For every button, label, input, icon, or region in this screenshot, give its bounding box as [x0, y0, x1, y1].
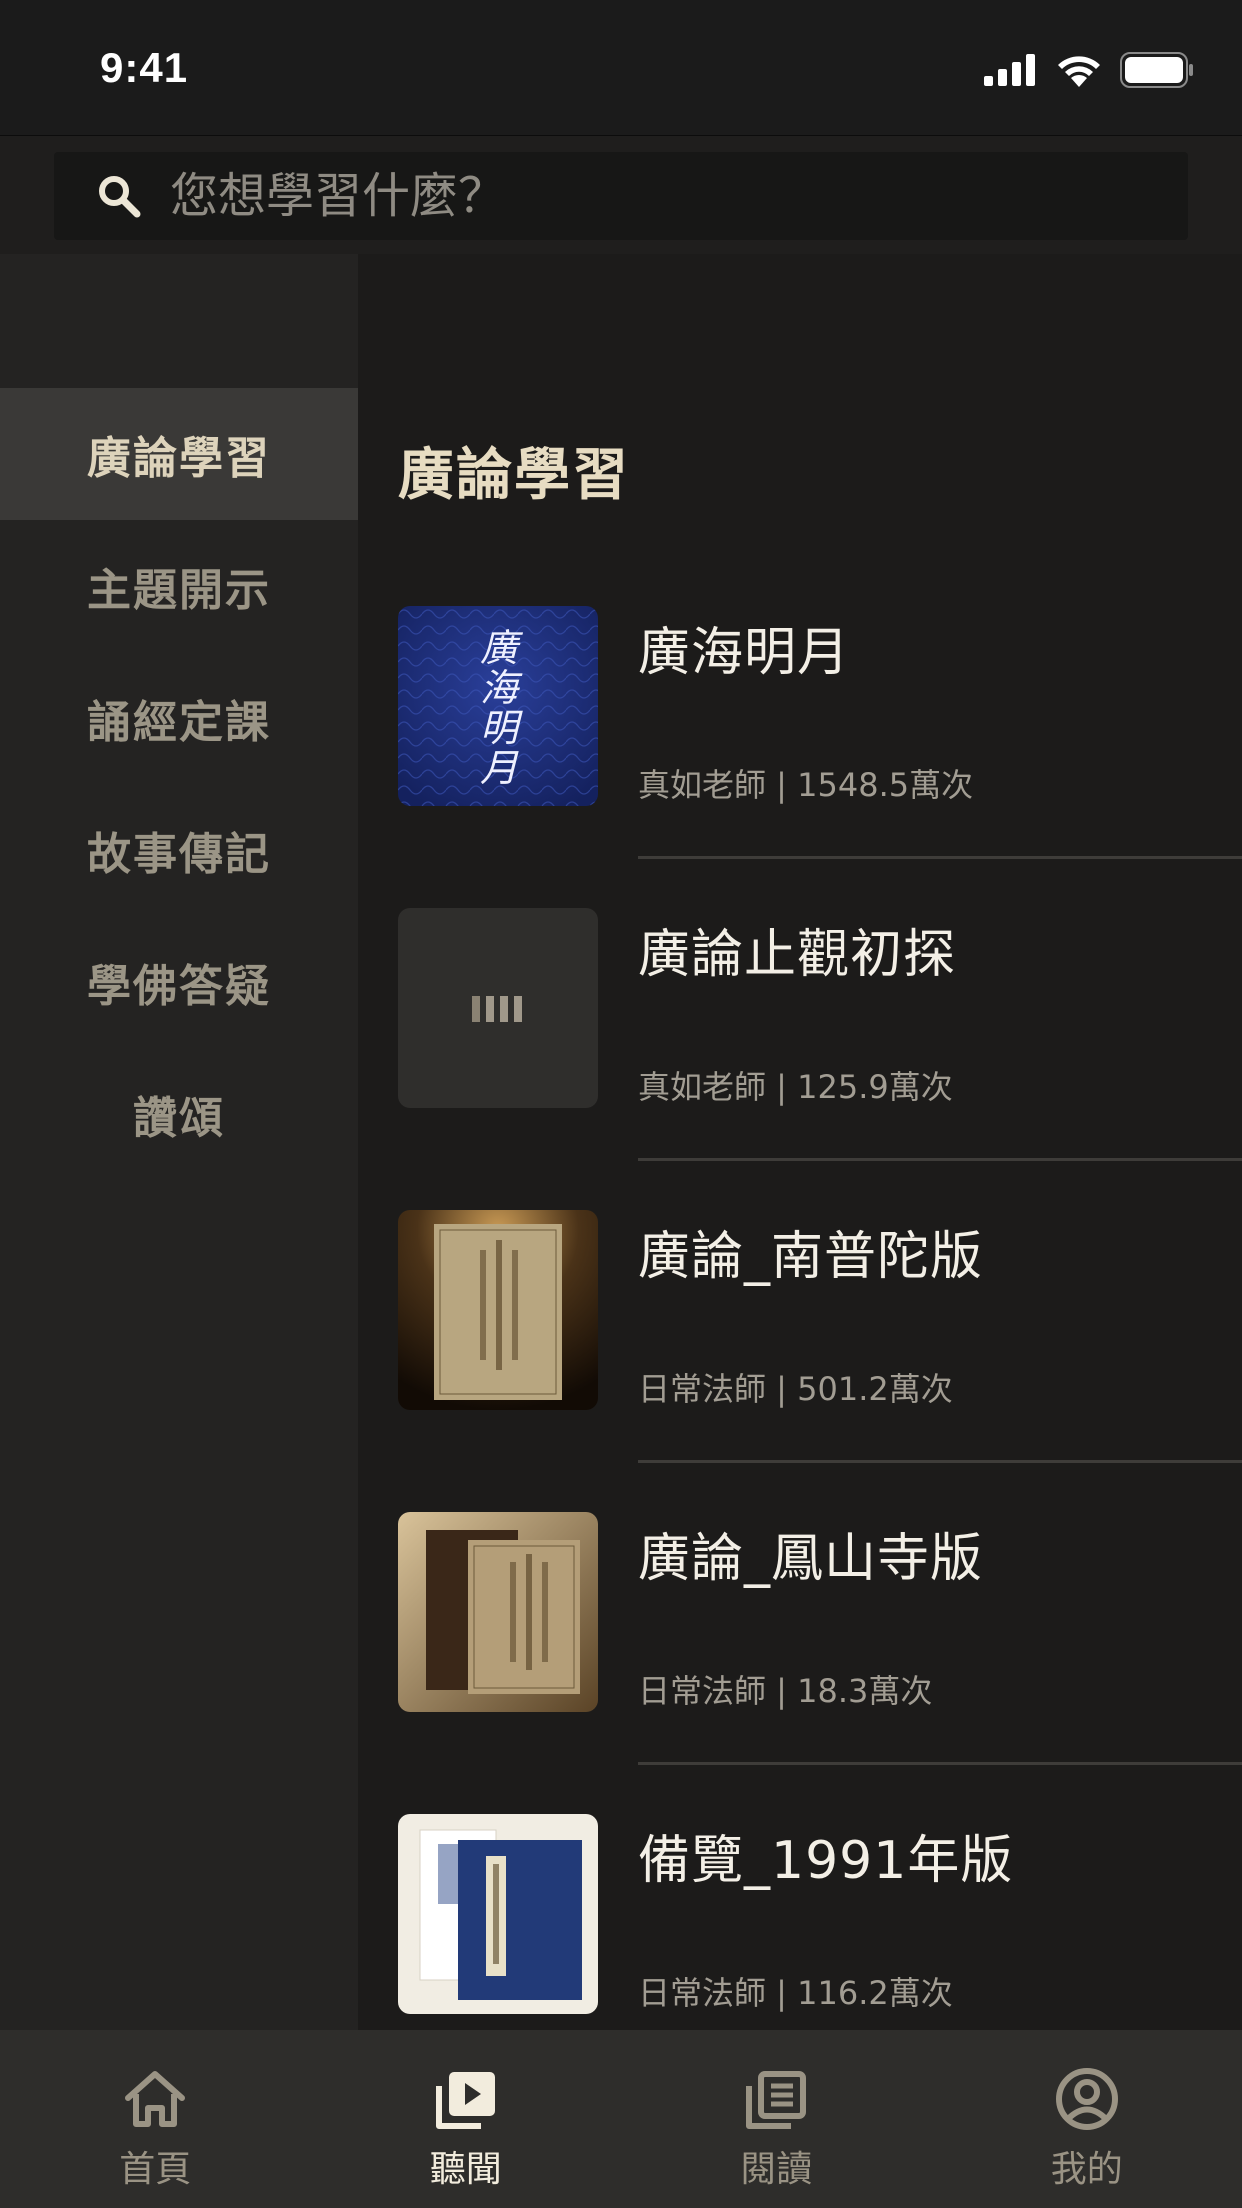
tab-label: 閱讀 [740, 2149, 813, 2190]
item-meta: 日常法師 | 116.2萬次 [638, 1974, 953, 2012]
play-icon [435, 2072, 495, 2129]
search-icon [99, 176, 141, 218]
tab-profile[interactable]: 我的 [932, 2030, 1242, 2208]
category-sidebar: 廣論學習 主題開示 誦經定課 故事傳記 學佛答疑 讚頌 [0, 254, 358, 2030]
list-item[interactable]: 廣論_鳳山寺版 日常法師 | 18.3萬次 [358, 1512, 1242, 1814]
tab-label: 我的 [1050, 2149, 1123, 2190]
item-title: 廣論_南普陀版 [638, 1227, 984, 1287]
sidebar-item-praise[interactable]: 讚頌 [0, 1048, 358, 1180]
bottom-tab-bar: 首頁 聽聞 閱讀 我的 [0, 2030, 1242, 2208]
divider [638, 1460, 1242, 1463]
sidebar-item-sutra-recitation[interactable]: 誦經定課 [0, 652, 358, 784]
section-title: 廣論學習 [398, 443, 630, 508]
list-item[interactable]: 廣論_南普陀版 日常法師 | 501.2萬次 [358, 1210, 1242, 1512]
item-title: 廣論_鳳山寺版 [638, 1529, 984, 1589]
album-cover-title: 廣海明月 [479, 626, 518, 790]
cellular-signal-icon [984, 54, 1035, 86]
divider [638, 1762, 1242, 1765]
tab-listen[interactable]: 聽聞 [311, 2030, 622, 2208]
status-time: 9:41 [100, 44, 189, 91]
item-title: 廣論止觀初探 [638, 925, 957, 985]
item-meta: 真如老師 | 125.9萬次 [638, 1068, 953, 1106]
sidebar-item-topic-teachings[interactable]: 主題開示 [0, 520, 358, 652]
album-cover: 廣海明月 [398, 606, 598, 806]
list-item[interactable]: 廣論止觀初探 真如老師 | 125.9萬次 [358, 908, 1242, 1210]
home-icon [125, 2071, 186, 2127]
item-meta: 日常法師 | 501.2萬次 [638, 1370, 953, 1408]
tab-home[interactable]: 首頁 [0, 2030, 311, 2208]
search-bar [0, 136, 1242, 254]
item-title: 廣海明月 [638, 623, 851, 683]
divider [638, 856, 1242, 859]
item-meta: 日常法師 | 18.3萬次 [638, 1672, 933, 1710]
album-cover [398, 1512, 598, 1712]
tab-label: 首頁 [119, 2149, 192, 2190]
sidebar-item-lamrim-study[interactable]: 廣論學習 [0, 388, 358, 520]
divider [638, 1158, 1242, 1161]
list-item[interactable]: 備覽_1991年版 日常法師 | 116.2萬次 [358, 1814, 1242, 2030]
user-icon [1055, 2068, 1118, 2130]
search-box[interactable] [54, 152, 1188, 240]
sidebar-item-buddhism-qa[interactable]: 學佛答疑 [0, 916, 358, 1048]
placeholder-cover [398, 908, 598, 1108]
content-panel: 廣論學習 廣海明月 廣海明月 真如老師 | 1548.5萬次 廣論止觀初探 真如… [358, 254, 1242, 2030]
list-item[interactable]: 廣海明月 廣海明月 真如老師 | 1548.5萬次 [358, 606, 1242, 908]
tab-read[interactable]: 閱讀 [621, 2030, 932, 2208]
item-meta: 真如老師 | 1548.5萬次 [638, 766, 974, 804]
placeholder-icon [472, 996, 522, 1022]
album-cover [398, 1814, 598, 2014]
tab-label: 聽聞 [429, 2149, 502, 2190]
search-input[interactable] [168, 167, 1068, 225]
album-cover [398, 1210, 598, 1410]
wifi-icon [1058, 56, 1100, 87]
item-title: 備覽_1991年版 [638, 1831, 1014, 1891]
status-bar: 9:41 [0, 0, 1242, 136]
battery-icon [1120, 52, 1193, 88]
book-icon [746, 2071, 807, 2129]
sidebar-item-stories-biographies[interactable]: 故事傳記 [0, 784, 358, 916]
status-icons [984, 52, 1194, 88]
